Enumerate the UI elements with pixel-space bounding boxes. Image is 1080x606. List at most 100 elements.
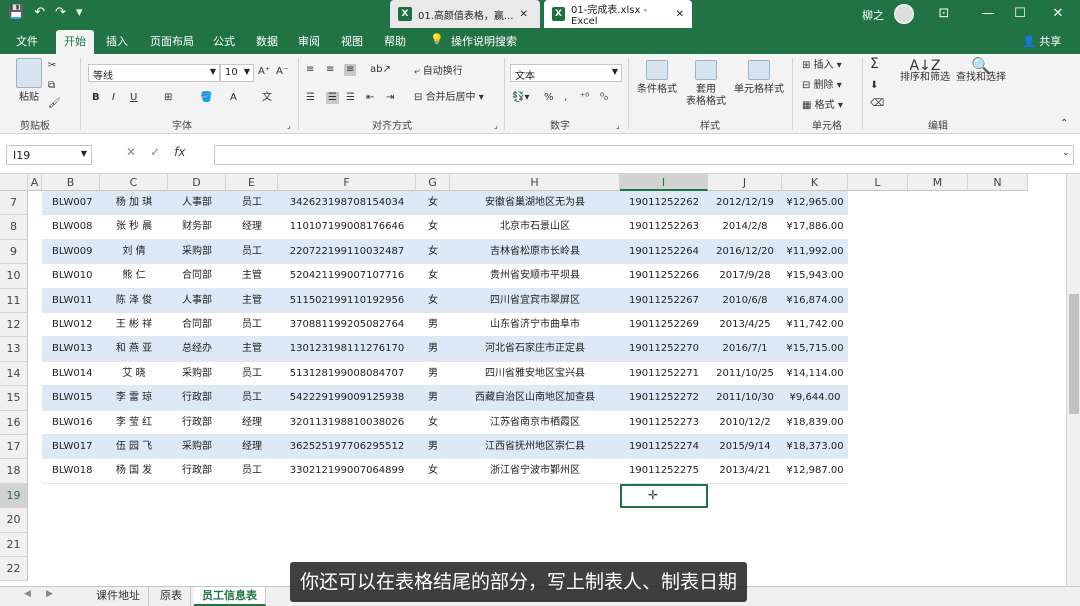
table-cell[interactable]: BLW015 <box>42 386 100 411</box>
table-cell[interactable]: 130123198111276170 <box>278 337 416 362</box>
table-cell[interactable]: 合同部 <box>168 264 226 289</box>
table-cell[interactable]: 女 <box>416 459 450 484</box>
bold-button[interactable]: B <box>92 92 100 104</box>
table-cell[interactable]: 女 <box>416 411 450 435</box>
table-cell[interactable]: 员工 <box>226 386 278 411</box>
table-cell[interactable]: 员工 <box>226 313 278 338</box>
tab-data[interactable]: 数据 <box>256 33 278 49</box>
table-cell[interactable]: 主管 <box>226 337 278 362</box>
column-header-k[interactable]: K <box>782 174 848 191</box>
table-cell[interactable]: 女 <box>416 215 450 240</box>
table-cell[interactable]: 男 <box>416 386 450 411</box>
row-header[interactable]: 13 <box>0 337 28 362</box>
table-cell[interactable]: 女 <box>416 288 450 313</box>
share-button[interactable]: 👤 共享 <box>1022 33 1061 49</box>
table-cell[interactable]: 经理 <box>226 435 278 460</box>
tab-formulas[interactable]: 公式 <box>213 33 235 49</box>
next-sheet-icon[interactable]: ▶ <box>46 589 53 599</box>
row-header[interactable]: 22 <box>0 557 28 582</box>
table-cell[interactable]: 110107199008176646 <box>278 215 416 240</box>
table-cell[interactable]: BLW016 <box>42 411 100 435</box>
close-icon[interactable]: ✕ <box>676 9 684 20</box>
fill-icon[interactable]: ⬇ <box>870 80 878 92</box>
table-cell[interactable]: ¥12,987.00 <box>782 459 848 484</box>
table-cell[interactable]: ¥14,114.00 <box>782 362 848 387</box>
table-cell[interactable]: 合同部 <box>168 313 226 338</box>
column-header-c[interactable]: C <box>100 174 168 191</box>
table-cell[interactable]: 杨 加 琪 <box>100 191 168 216</box>
autosum-icon[interactable]: Σ <box>870 57 879 71</box>
table-cell[interactable]: 刘 倩 <box>100 239 168 265</box>
fill-color-icon[interactable]: 🪣 <box>200 92 212 104</box>
table-cell[interactable]: 四川省宜宾市翠屏区 <box>450 288 620 313</box>
table-cell[interactable]: 19011252267 <box>620 288 708 313</box>
column-header-j[interactable]: J <box>708 174 782 191</box>
table-cell[interactable]: 19011252263 <box>620 215 708 240</box>
formula-input[interactable] <box>214 145 1074 165</box>
sheet-tab-original[interactable]: 原表 <box>152 587 191 606</box>
tab-help[interactable]: 帮助 <box>384 33 406 49</box>
table-cell[interactable]: 张 秒 晨 <box>100 215 168 240</box>
table-cell[interactable]: BLW018 <box>42 459 100 484</box>
column-header-g[interactable]: G <box>416 174 450 191</box>
table-cell[interactable]: 220722199110032487 <box>278 239 416 265</box>
column-header-f[interactable]: F <box>278 174 416 191</box>
increase-decimal-icon[interactable]: ⁺⁰ <box>580 92 589 104</box>
table-cell[interactable]: 安徽省巢湖地区无为县 <box>450 191 620 216</box>
table-cell[interactable]: BLW017 <box>42 435 100 460</box>
align-left-icon[interactable]: ☰ <box>306 92 315 104</box>
table-cell[interactable]: ¥18,373.00 <box>782 435 848 460</box>
sort-filter-button[interactable]: A↓Z 排序和筛选 <box>898 59 952 84</box>
italic-button[interactable]: I <box>112 92 115 104</box>
close-icon[interactable]: ✕ <box>519 9 527 20</box>
table-cell[interactable]: ¥18,839.00 <box>782 411 848 435</box>
column-header-h[interactable]: H <box>450 174 620 191</box>
table-cell[interactable]: 伍 园 飞 <box>100 435 168 460</box>
table-cell[interactable]: 李 雷 琼 <box>100 386 168 411</box>
row-header[interactable]: 21 <box>0 532 28 557</box>
table-cell[interactable]: 女 <box>416 264 450 289</box>
undo-icon[interactable]: ↶ <box>34 5 45 20</box>
column-header-e[interactable]: E <box>226 174 278 191</box>
table-cell[interactable]: 员工 <box>226 459 278 484</box>
table-cell[interactable]: ¥9,644.00 <box>782 386 848 411</box>
customize-icon[interactable]: ▾ <box>76 5 83 20</box>
table-cell[interactable]: 陈 泽 俊 <box>100 288 168 313</box>
avatar[interactable] <box>894 4 914 24</box>
table-cell[interactable]: ¥11,992.00 <box>782 239 848 265</box>
table-cell[interactable]: 山东省济宁市曲阜市 <box>450 313 620 338</box>
table-cell[interactable]: 江苏省南京市栖霞区 <box>450 411 620 435</box>
align-bottom-icon[interactable]: ≡ <box>344 64 357 76</box>
table-cell[interactable]: 320113198810038026 <box>278 411 416 435</box>
table-cell[interactable]: 19011252264 <box>620 239 708 265</box>
decrease-decimal-icon[interactable]: ⁰₀ <box>600 92 608 104</box>
increase-font-icon[interactable]: A⁺ <box>258 66 270 78</box>
table-cell[interactable]: 员工 <box>226 191 278 216</box>
dialog-launcher-icon[interactable]: ⌟ <box>494 120 498 132</box>
close-window-icon[interactable]: ✕ <box>1042 0 1074 28</box>
dialog-launcher-icon[interactable]: ⌟ <box>287 120 291 132</box>
table-cell[interactable]: BLW008 <box>42 215 100 240</box>
tab-insert[interactable]: 插入 <box>106 33 128 49</box>
scroll-thumb[interactable] <box>1069 294 1079 414</box>
merge-center-button[interactable]: ⊟ 合并后居中 ▾ <box>414 92 484 104</box>
column-header-l[interactable]: L <box>848 174 908 191</box>
save-icon[interactable]: 💾 <box>8 5 24 20</box>
active-cell-selection[interactable]: ✛ <box>620 483 708 509</box>
paste-button[interactable]: 粘贴 <box>12 58 46 104</box>
row-header[interactable]: 16 <box>0 410 28 435</box>
table-cell[interactable]: 370881199205082764 <box>278 313 416 338</box>
table-cell[interactable]: 19011252262 <box>620 191 708 216</box>
clear-icon[interactable]: ⌫ <box>870 98 884 110</box>
column-header-a[interactable]: A <box>28 174 42 191</box>
table-cell[interactable]: BLW011 <box>42 288 100 313</box>
table-cell[interactable]: ¥12,965.00 <box>782 191 848 216</box>
table-cell[interactable]: 19011252275 <box>620 459 708 484</box>
table-cell[interactable]: 19011252266 <box>620 264 708 289</box>
table-cell[interactable]: 2010/6/8 <box>708 288 782 313</box>
window-tab-1[interactable]: X 01.高颜值表格，赢... ✕ <box>390 0 540 28</box>
table-cell[interactable]: BLW012 <box>42 313 100 338</box>
worksheet-grid[interactable]: A B C D E F G H I J K L M N 7 BLW007 杨 加 琪人事部 员工 342623198… <box>0 174 1066 586</box>
table-cell[interactable]: BLW010 <box>42 264 100 289</box>
table-cell[interactable]: 女 <box>416 239 450 265</box>
